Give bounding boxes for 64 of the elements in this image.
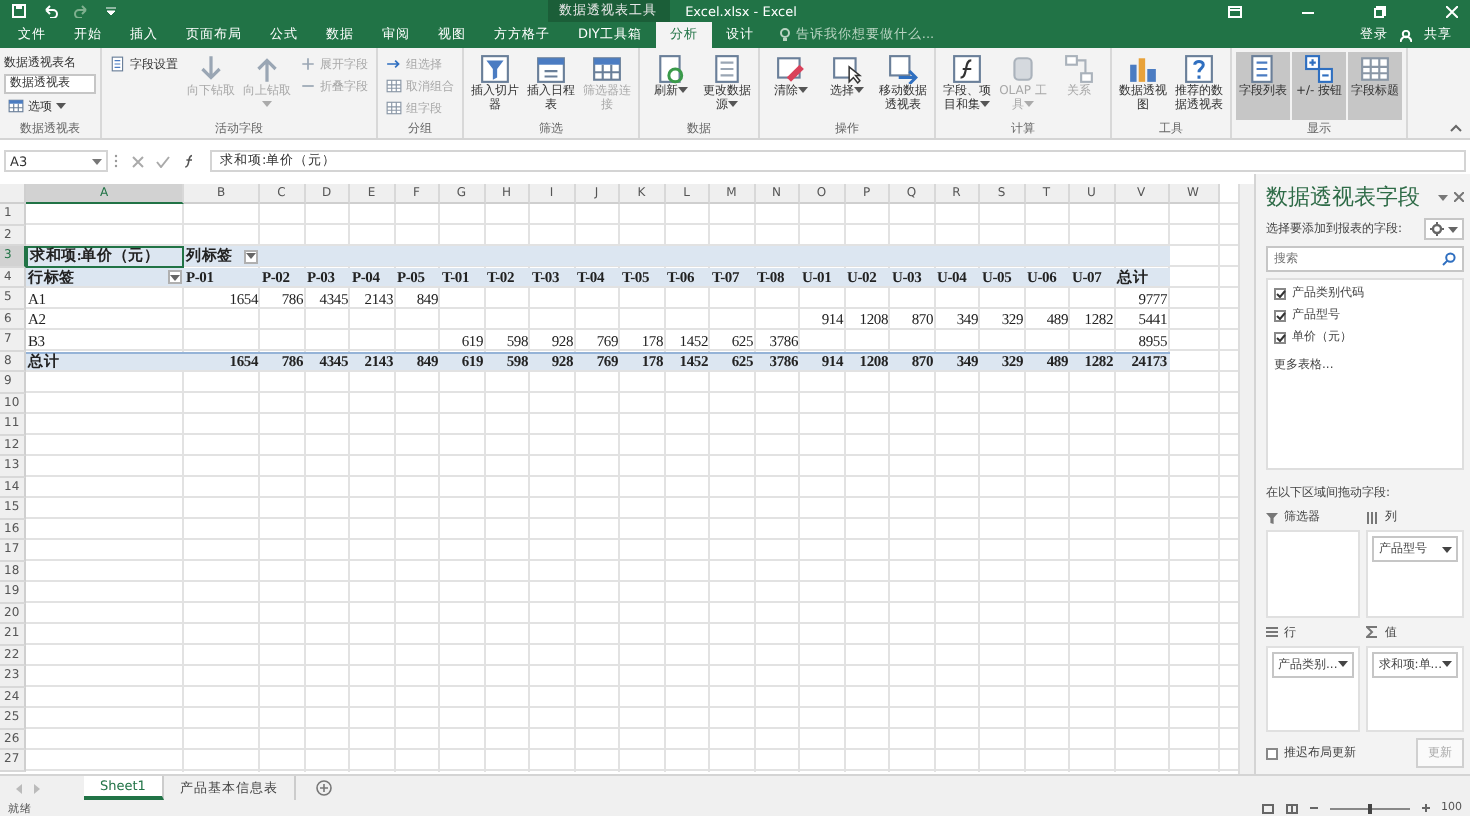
grid-icon	[386, 100, 402, 116]
scrollbar[interactable]	[1238, 184, 1254, 774]
caret-icon	[170, 273, 180, 282]
plus-icon	[300, 56, 316, 72]
checkbox[interactable]	[1266, 747, 1278, 759]
arrow-icon	[386, 56, 402, 72]
caret-icon	[1442, 660, 1452, 668]
gear-icon	[1430, 222, 1444, 236]
filter-button[interactable]	[168, 270, 182, 285]
plus-minus-icon	[1304, 54, 1334, 84]
checkbox[interactable]	[1274, 309, 1286, 321]
zoom-in-icon[interactable]	[1421, 804, 1429, 812]
caret-icon	[92, 157, 102, 165]
table-icon	[8, 98, 24, 114]
calendar-icon	[536, 54, 566, 84]
cursor-icon	[832, 54, 862, 84]
checkbox[interactable]	[1274, 287, 1286, 299]
check-icon	[1275, 311, 1285, 319]
pane-title: 数据透视表字段	[1266, 182, 1422, 212]
caret-icon	[246, 252, 256, 261]
caret-icon	[1338, 660, 1349, 668]
filter-icon	[1266, 511, 1278, 523]
zoom-slider[interactable]	[1329, 803, 1409, 813]
undo-icon[interactable]	[42, 4, 58, 18]
page-layout-icon[interactable]	[1285, 803, 1297, 813]
search-icon	[1442, 252, 1456, 266]
customize-icon[interactable]	[106, 6, 116, 16]
grid-icon	[386, 78, 402, 94]
move-icon	[888, 54, 918, 84]
bar-chart-icon	[1128, 54, 1158, 84]
person-icon	[1400, 29, 1412, 41]
collapse-icon[interactable]	[1450, 124, 1462, 132]
formula-icon	[952, 54, 982, 84]
list-icon	[110, 56, 126, 72]
dropdown-icon[interactable]	[1438, 193, 1448, 201]
sigma-icon	[1366, 626, 1379, 638]
restore-icon[interactable]	[1374, 5, 1386, 17]
relationship-icon	[1064, 54, 1094, 84]
check-icon	[1275, 333, 1285, 341]
zoom-out-icon[interactable]	[1309, 804, 1317, 812]
grid-icon	[1360, 54, 1390, 84]
table-icon	[592, 54, 622, 84]
save-icon[interactable]	[12, 4, 26, 18]
rows-icon	[1266, 626, 1278, 638]
question-icon	[1184, 54, 1214, 84]
function-icon[interactable]	[182, 154, 196, 168]
lightbulb-icon	[779, 28, 790, 42]
arrow-down-icon	[196, 54, 226, 84]
ribbon-display-icon[interactable]	[1228, 5, 1242, 17]
list-icon	[1248, 54, 1278, 84]
filter-icon	[480, 54, 510, 84]
arrow-up-icon	[252, 54, 282, 84]
checkbox[interactable]	[1274, 331, 1286, 343]
columns-icon	[1366, 511, 1379, 523]
eraser-icon	[776, 54, 806, 84]
normal-view-icon[interactable]	[1261, 803, 1273, 813]
document-icon	[712, 54, 742, 84]
add-sheet-icon[interactable]	[315, 780, 332, 796]
close-icon[interactable]	[1454, 192, 1464, 202]
caret-icon	[1442, 545, 1452, 553]
check-icon	[1275, 289, 1285, 297]
caret-icon	[1448, 225, 1458, 233]
refresh-icon	[656, 54, 686, 84]
tools-button[interactable]	[1424, 218, 1464, 240]
